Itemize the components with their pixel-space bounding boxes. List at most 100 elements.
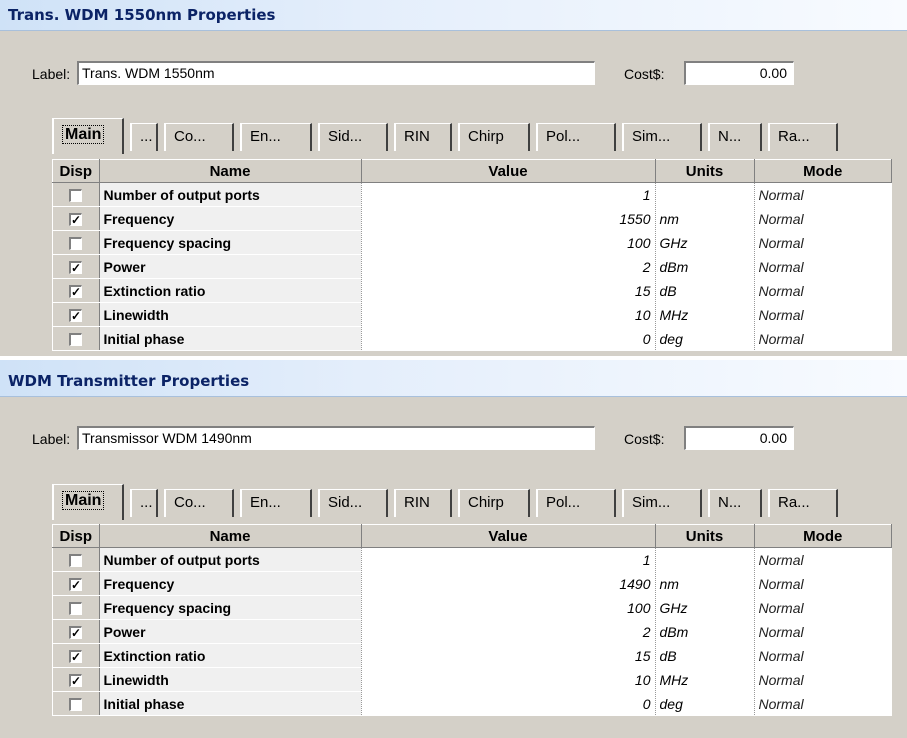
column-header[interactable]: Name: [98, 159, 362, 183]
units-cell[interactable]: dBm: [655, 619, 755, 644]
value-cell[interactable]: 2: [361, 619, 656, 644]
units-cell[interactable]: deg: [655, 691, 755, 716]
disp-checkbox[interactable]: ✓: [69, 285, 82, 299]
mode-cell[interactable]: Normal: [754, 326, 892, 351]
mode-cell[interactable]: Normal: [754, 278, 892, 303]
tab-item[interactable]: Co...: [164, 123, 234, 151]
units-cell[interactable]: GHz: [655, 595, 755, 620]
disp-checkbox[interactable]: ✓: [69, 309, 82, 323]
tab-item[interactable]: Sid...: [318, 489, 388, 517]
table-row[interactable]: ✓ Power 2 dBm Normal: [52, 254, 892, 279]
cost-field[interactable]: 0.00: [684, 426, 794, 450]
disp-checkbox[interactable]: ✓: [69, 213, 82, 227]
mode-cell[interactable]: Normal: [754, 595, 892, 620]
label-field[interactable]: Transmissor WDM 1490nm: [77, 426, 595, 450]
value-cell[interactable]: 0: [361, 326, 656, 351]
tab-item[interactable]: RIN: [394, 123, 452, 151]
column-header[interactable]: Disp: [52, 159, 100, 183]
column-header[interactable]: Name: [98, 524, 362, 548]
tab-main[interactable]: Main: [52, 484, 124, 520]
table-row[interactable]: Number of output ports 1 Normal: [52, 547, 892, 572]
value-cell[interactable]: 0: [361, 691, 656, 716]
mode-cell[interactable]: Normal: [754, 643, 892, 668]
tab-item[interactable]: Chirp: [458, 489, 530, 517]
tab-item[interactable]: Sid...: [318, 123, 388, 151]
value-cell[interactable]: 10: [361, 302, 656, 327]
units-cell[interactable]: nm: [655, 571, 755, 596]
column-header[interactable]: Mode: [753, 524, 892, 548]
mode-cell[interactable]: Normal: [754, 302, 892, 327]
table-row[interactable]: ✓ Extinction ratio 15 dB Normal: [52, 278, 892, 303]
units-cell[interactable]: GHz: [655, 230, 755, 255]
table-row[interactable]: ✓ Power 2 dBm Normal: [52, 619, 892, 644]
tab-item[interactable]: Ra...: [768, 123, 838, 151]
units-cell[interactable]: [655, 182, 755, 207]
tab-item[interactable]: ...: [130, 489, 158, 517]
column-header[interactable]: Mode: [753, 159, 892, 183]
disp-checkbox[interactable]: ✓: [69, 650, 82, 664]
mode-cell[interactable]: Normal: [754, 254, 892, 279]
tab-item[interactable]: En...: [240, 489, 312, 517]
units-cell[interactable]: dB: [655, 278, 755, 303]
value-cell[interactable]: 100: [361, 595, 656, 620]
value-cell[interactable]: 1550: [361, 206, 656, 231]
column-header[interactable]: Value: [360, 524, 656, 548]
label-field[interactable]: Trans. WDM 1550nm: [77, 61, 595, 85]
tab-item[interactable]: Sim...: [622, 489, 702, 517]
mode-cell[interactable]: Normal: [754, 619, 892, 644]
mode-cell[interactable]: Normal: [754, 230, 892, 255]
table-row[interactable]: ✓ Extinction ratio 15 dB Normal: [52, 643, 892, 668]
mode-cell[interactable]: Normal: [754, 571, 892, 596]
value-cell[interactable]: 10: [361, 667, 656, 692]
units-cell[interactable]: nm: [655, 206, 755, 231]
column-header[interactable]: Disp: [52, 524, 100, 548]
disp-checkbox[interactable]: [69, 554, 82, 568]
value-cell[interactable]: 100: [361, 230, 656, 255]
tab-item[interactable]: Pol...: [536, 489, 616, 517]
tab-item[interactable]: N...: [708, 123, 762, 151]
column-header[interactable]: Units: [654, 524, 755, 548]
mode-cell[interactable]: Normal: [754, 206, 892, 231]
value-cell[interactable]: 1: [361, 547, 656, 572]
tab-item[interactable]: Co...: [164, 489, 234, 517]
table-row[interactable]: Frequency spacing 100 GHz Normal: [52, 595, 892, 620]
value-cell[interactable]: 1: [361, 182, 656, 207]
table-row[interactable]: Frequency spacing 100 GHz Normal: [52, 230, 892, 255]
table-row[interactable]: Number of output ports 1 Normal: [52, 182, 892, 207]
units-cell[interactable]: MHz: [655, 302, 755, 327]
disp-checkbox[interactable]: [69, 698, 82, 712]
tab-main[interactable]: Main: [52, 118, 124, 154]
tab-item[interactable]: En...: [240, 123, 312, 151]
tab-item[interactable]: Ra...: [768, 489, 838, 517]
disp-checkbox[interactable]: [69, 237, 82, 251]
disp-checkbox[interactable]: [69, 333, 82, 347]
mode-cell[interactable]: Normal: [754, 182, 892, 207]
table-row[interactable]: ✓ Frequency 1490 nm Normal: [52, 571, 892, 596]
tab-item[interactable]: RIN: [394, 489, 452, 517]
units-cell[interactable]: dB: [655, 643, 755, 668]
table-row[interactable]: Initial phase 0 deg Normal: [52, 326, 892, 351]
mode-cell[interactable]: Normal: [754, 667, 892, 692]
units-cell[interactable]: dBm: [655, 254, 755, 279]
disp-checkbox[interactable]: [69, 189, 82, 203]
mode-cell[interactable]: Normal: [754, 547, 892, 572]
value-cell[interactable]: 15: [361, 278, 656, 303]
mode-cell[interactable]: Normal: [754, 691, 892, 716]
column-header[interactable]: Units: [654, 159, 755, 183]
units-cell[interactable]: [655, 547, 755, 572]
column-header[interactable]: Value: [360, 159, 656, 183]
cost-field[interactable]: 0.00: [684, 61, 794, 85]
table-row[interactable]: ✓ Linewidth 10 MHz Normal: [52, 667, 892, 692]
table-row[interactable]: ✓ Linewidth 10 MHz Normal: [52, 302, 892, 327]
disp-checkbox[interactable]: ✓: [69, 674, 82, 688]
value-cell[interactable]: 2: [361, 254, 656, 279]
tab-item[interactable]: Chirp: [458, 123, 530, 151]
disp-checkbox[interactable]: ✓: [69, 578, 82, 592]
value-cell[interactable]: 1490: [361, 571, 656, 596]
table-row[interactable]: Initial phase 0 deg Normal: [52, 691, 892, 716]
units-cell[interactable]: MHz: [655, 667, 755, 692]
value-cell[interactable]: 15: [361, 643, 656, 668]
disp-checkbox[interactable]: ✓: [69, 261, 82, 275]
tab-item[interactable]: N...: [708, 489, 762, 517]
table-row[interactable]: ✓ Frequency 1550 nm Normal: [52, 206, 892, 231]
